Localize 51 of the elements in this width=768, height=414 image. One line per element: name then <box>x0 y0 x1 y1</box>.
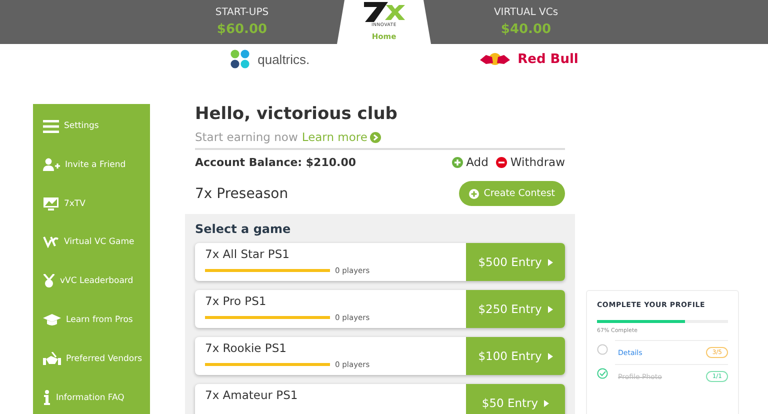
logo-icon <box>362 2 406 22</box>
sidebar-item[interactable]: Virtual VC Game <box>33 229 150 256</box>
caret-icon <box>548 258 553 266</box>
caret-icon <box>548 306 553 312</box>
caret-icon <box>548 352 553 360</box>
learn-more-link[interactable]: Learn more <box>302 130 382 144</box>
withdraw-button[interactable]: Withdraw <box>496 155 565 169</box>
menu-icon <box>43 120 59 133</box>
sidebar-item[interactable]: 7xTV <box>33 190 150 217</box>
add-button[interactable]: Add <box>452 155 488 169</box>
game-name: 7x Amateur PS1 <box>205 388 299 402</box>
arrow-circle-icon <box>370 132 382 142</box>
plus-circle-icon <box>468 188 479 198</box>
entry-button[interactable]: $50 Entry <box>466 384 565 414</box>
plus-circle-icon <box>452 156 464 168</box>
sponsor-name: qualtrics. <box>258 52 310 66</box>
empty-circle-icon[interactable] <box>597 344 608 354</box>
balance-amount: $40.00 <box>500 22 552 37</box>
create-contest-button[interactable]: Create Contest <box>458 181 565 206</box>
entry-button[interactable]: $250 Entry <box>466 290 565 328</box>
season-title: 7x Preseason <box>195 186 288 202</box>
entry-button[interactable]: $100 Entry <box>466 337 565 375</box>
game-card[interactable]: 7x Amateur PS1 $50 Entry <box>195 384 565 414</box>
balance-label: START-UPS <box>215 7 269 18</box>
game-name: 7x Pro PS1 <box>205 294 268 308</box>
sidebar-item[interactable]: vVC Leaderboard <box>33 268 150 294</box>
info-icon <box>43 390 51 406</box>
sidebar-item[interactable]: Settings <box>33 113 150 140</box>
add-user-icon <box>43 158 60 172</box>
greeting-title: Hello, victorious club <box>195 104 398 124</box>
section-title: Select a game <box>195 222 292 236</box>
check-circle-icon[interactable] <box>597 368 608 378</box>
sidebar-item[interactable]: Invite a Friend <box>33 152 150 178</box>
medal-icon <box>43 274 55 288</box>
sponsor-name: Red Bull <box>518 52 578 66</box>
dots-logo-icon <box>230 49 250 69</box>
sidebar-item[interactable]: Learn from Pros <box>33 306 150 334</box>
sidebar-item[interactable]: Preferred Vendors <box>33 346 150 372</box>
account-balance: Account Balance: $210.00 <box>195 156 356 168</box>
game-name: 7x All Star PS1 <box>205 247 290 261</box>
game-name: 7x Rookie PS1 <box>205 341 288 355</box>
bulls-logo-icon <box>480 51 510 67</box>
entry-button[interactable]: $500 Entry <box>466 243 565 281</box>
balance-label: VIRTUAL VCs <box>494 7 558 18</box>
sidebar-item[interactable]: Information FAQ <box>33 384 150 412</box>
caret-icon <box>544 400 550 406</box>
monitor-icon <box>43 196 59 211</box>
minus-circle-icon <box>496 156 508 168</box>
tagline: Start earning now <box>195 130 298 144</box>
graduation-cap-icon <box>43 314 61 326</box>
balance-amount: $60.00 <box>216 22 268 37</box>
